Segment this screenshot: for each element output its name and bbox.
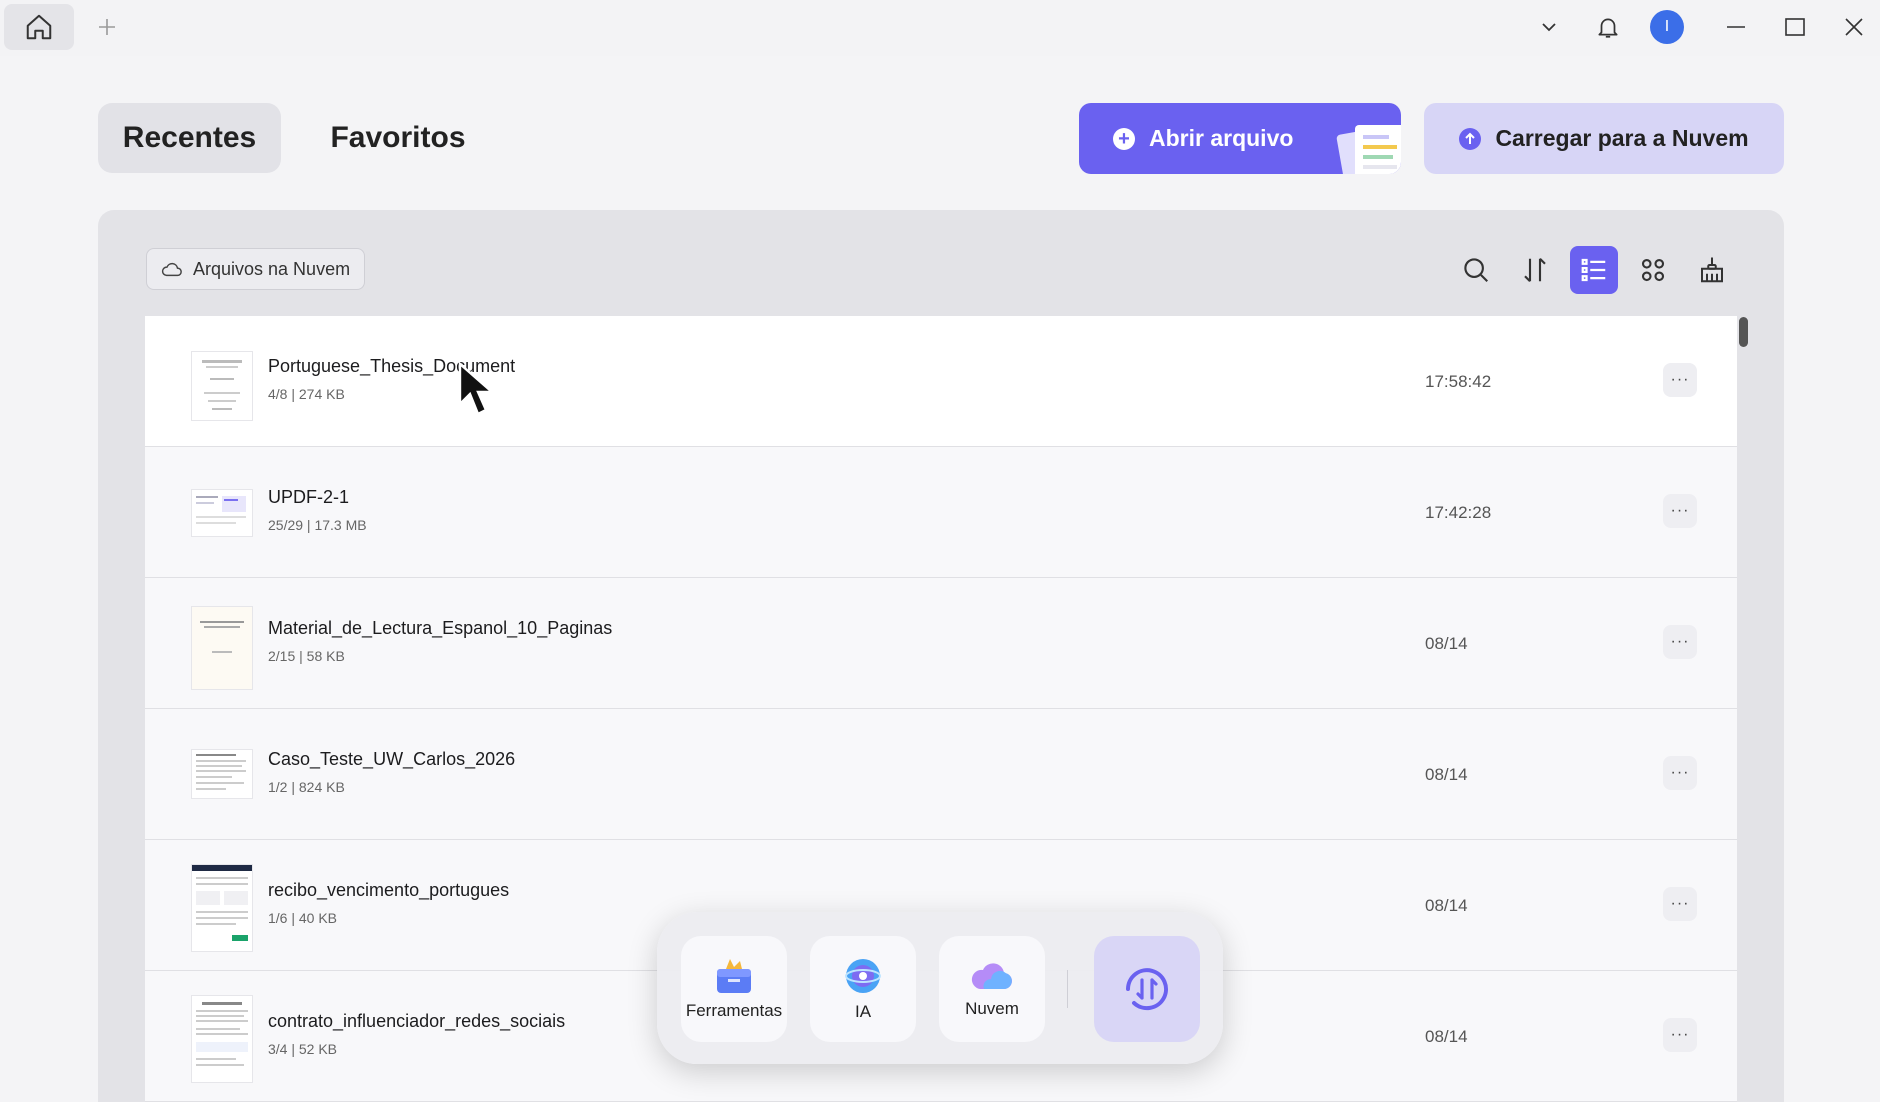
file-thumbnail xyxy=(191,749,253,799)
cloud-files-label: Arquivos na Nuvem xyxy=(193,258,351,279)
file-row[interactable]: Material_de_Lectura_Espanol_10_Paginas 2… xyxy=(145,578,1737,709)
user-avatar[interactable]: I xyxy=(1643,4,1691,50)
file-thumbnail xyxy=(191,489,253,537)
grid-view-button[interactable] xyxy=(1629,246,1677,294)
list-view-icon xyxy=(1581,258,1606,282)
dock-ai-label: IA xyxy=(854,1002,872,1021)
file-meta: 25/29 | 17.3 MB xyxy=(268,517,367,533)
file-row[interactable]: UPDF-2-1 25/29 | 17.3 MB 17:42:28 ··· xyxy=(145,447,1737,578)
dock-cloud-button[interactable]: Nuvem xyxy=(939,936,1045,1042)
file-name: Caso_Teste_UW_Carlos_2026 xyxy=(268,749,516,769)
tabs-dropdown-button[interactable] xyxy=(1525,4,1573,50)
new-tab-button[interactable] xyxy=(88,8,126,46)
bell-icon xyxy=(1598,18,1618,38)
file-name: contrato_influenciador_redes_sociais xyxy=(268,1011,566,1031)
upload-icon xyxy=(1459,127,1482,150)
file-meta: 1/6 | 40 KB xyxy=(268,910,338,926)
clear-history-button[interactable] xyxy=(1688,246,1736,294)
documents-illustration-icon xyxy=(1336,125,1401,174)
grid-view-icon xyxy=(1641,258,1665,282)
notifications-button[interactable] xyxy=(1584,4,1632,50)
file-time: 08/14 xyxy=(1425,1027,1468,1046)
dock-cloud-label: Nuvem xyxy=(965,999,1019,1018)
cloud-color-icon xyxy=(971,963,1012,989)
dock-switch-button[interactable] xyxy=(1094,936,1200,1042)
minimize-button[interactable] xyxy=(1712,4,1760,50)
file-meta: 4/8 | 274 KB xyxy=(268,386,345,402)
file-meta: 3/4 | 52 KB xyxy=(268,1041,338,1057)
dock-tools-label: Ferramentas xyxy=(685,1001,783,1020)
open-file-label: Abrir arquivo xyxy=(1149,125,1294,151)
more-options-button[interactable]: ··· xyxy=(1663,625,1697,659)
file-time: 08/14 xyxy=(1425,896,1468,915)
file-time: 08/14 xyxy=(1425,634,1468,653)
more-options-button[interactable]: ··· xyxy=(1663,494,1697,528)
file-thumbnail xyxy=(191,606,253,690)
bottom-dock: Ferramentas IA Nuvem xyxy=(657,912,1223,1064)
file-time: 17:58:42 xyxy=(1425,372,1492,391)
list-view-button[interactable] xyxy=(1570,246,1618,294)
broom-icon xyxy=(1701,257,1723,283)
file-row[interactable]: Caso_Teste_UW_Carlos_2026 1/2 | 824 KB 0… xyxy=(145,709,1737,840)
maximize-icon xyxy=(1785,18,1805,36)
file-name: Material_de_Lectura_Espanol_10_Paginas xyxy=(268,618,613,638)
plus-icon xyxy=(99,19,115,35)
file-thumbnail xyxy=(191,351,253,421)
tab-favoritos[interactable]: Favoritos xyxy=(318,103,478,173)
scrollbar-thumb[interactable] xyxy=(1739,317,1748,347)
tab-recentes[interactable]: Recentes xyxy=(98,103,281,173)
file-meta: 1/2 | 824 KB xyxy=(268,779,345,795)
upload-cloud-label: Carregar para a Nuvem xyxy=(1495,125,1749,151)
more-options-button[interactable]: ··· xyxy=(1663,887,1697,921)
more-options-button[interactable]: ··· xyxy=(1663,1018,1697,1052)
ai-assistant-icon xyxy=(845,959,881,993)
file-name: UPDF-2-1 xyxy=(268,487,350,507)
dock-divider xyxy=(1067,970,1068,1008)
home-tab[interactable] xyxy=(4,4,74,50)
file-thumbnail xyxy=(191,864,253,952)
file-name: recibo_vencimento_portugues xyxy=(268,880,510,900)
search-icon xyxy=(1464,258,1489,283)
close-icon xyxy=(1845,18,1863,36)
home-icon xyxy=(26,14,52,40)
avatar: I xyxy=(1650,10,1684,44)
upload-cloud-button[interactable]: Carregar para a Nuvem xyxy=(1424,103,1784,174)
more-options-button[interactable]: ··· xyxy=(1663,363,1697,397)
file-thumbnail xyxy=(191,995,253,1083)
close-button[interactable] xyxy=(1830,4,1878,50)
file-time: 08/14 xyxy=(1425,765,1468,784)
chevron-down-icon xyxy=(1542,23,1556,32)
title-bar: I xyxy=(0,0,1880,56)
minimize-icon xyxy=(1727,26,1745,28)
toolbox-icon xyxy=(717,959,751,993)
mouse-cursor-icon xyxy=(458,362,496,416)
dock-ai-button[interactable]: IA xyxy=(810,936,916,1042)
more-options-button[interactable]: ··· xyxy=(1663,756,1697,790)
file-meta: 2/15 | 58 KB xyxy=(268,648,345,664)
cloud-files-button[interactable]: Arquivos na Nuvem xyxy=(146,248,366,290)
dock-tools-button[interactable]: Ferramentas xyxy=(681,936,787,1042)
sort-icon xyxy=(1524,257,1546,283)
open-file-button[interactable]: + Abrir arquivo xyxy=(1079,103,1401,174)
swap-circle-icon xyxy=(1126,968,1168,1011)
file-row[interactable]: Portuguese_Thesis_Document 4/8 | 274 KB … xyxy=(145,316,1737,447)
maximize-button[interactable] xyxy=(1771,4,1819,50)
search-button[interactable] xyxy=(1452,246,1500,294)
plus-circle-icon: + xyxy=(1113,127,1135,150)
sort-button[interactable] xyxy=(1511,246,1559,294)
cloud-icon xyxy=(161,262,182,277)
file-time: 17:42:28 xyxy=(1425,503,1492,522)
